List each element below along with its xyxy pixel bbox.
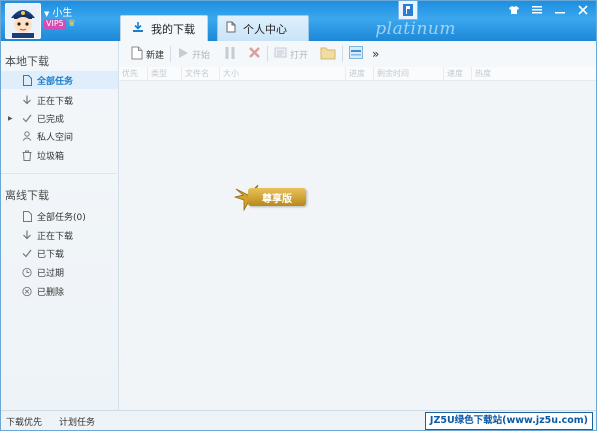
view-button[interactable] [349,44,364,64]
task-list-header: 优先 类型 文件名 大小 进度 剩余时间 速度 热度 [119,67,596,81]
schedule-task-button[interactable]: 计划任务 [59,415,95,428]
more-button[interactable]: » [372,44,379,64]
sidebar-divider [1,173,117,174]
folder-icon [320,46,336,63]
sidebar-item-label: 已过期 [37,268,65,279]
list-view-icon [349,46,364,62]
sidebar-item-all-tasks[interactable]: 全部任务 [1,71,118,89]
download-icon [22,94,32,106]
new-button[interactable]: 新建 [131,44,164,64]
sidebar-item-label: 正在下载 [37,96,74,107]
more-chevron-icon: » [372,47,380,61]
local-downloads-title: 本地下载 [5,55,49,68]
username[interactable]: ▼ 小生 [44,4,72,19]
open-file-icon [274,46,287,62]
delete-circle-icon [22,285,32,297]
vip-edition-label: 尊享版 [248,188,306,206]
check-icon [22,247,32,259]
download-priority-button[interactable]: 下载优先 [6,415,42,428]
sidebar-item-offline-downloading[interactable]: 正在下载 [1,226,118,244]
sidebar-item-label: 已完成 [37,114,65,125]
sidebar-item-label: 已删除 [37,287,65,298]
vip-edition-emblem: 尊享版 [234,183,314,211]
vip-level-badge: VIP5 [44,19,66,29]
column-type[interactable]: 类型 [147,67,181,80]
sidebar-item-offline-downloaded[interactable]: 已下载 [1,244,118,262]
column-popularity[interactable]: 热度 [471,67,596,80]
open-button-label: 打开 [290,50,309,61]
pause-icon [224,46,236,63]
sidebar-item-label: 垃圾箱 [37,151,65,162]
sidebar: 本地下载 全部任务 正在下载 ▶ 已完成 私人空间 垃圾箱 离线下载 全部任务(… [1,41,119,410]
tab-my-downloads[interactable]: 我的下载 [120,15,208,41]
column-priority[interactable]: 优先 [119,67,147,80]
delete-button[interactable] [248,44,261,64]
toolbar: 新建 开始 打开 » [119,41,596,67]
column-progress[interactable]: 进度 [345,67,373,80]
start-button-label: 开始 [192,50,211,61]
skin-icon[interactable] [507,4,521,16]
document-tab-icon [226,21,236,36]
sidebar-item-label: 全部任务 [37,76,74,87]
vip-indicator[interactable]: VIP5 ♛ [44,19,76,29]
sidebar-item-offline-all-tasks[interactable]: 全部任务(0) [1,207,118,225]
tab-my-downloads-label: 我的下载 [151,22,195,36]
open-folder-button[interactable] [320,44,336,64]
expand-arrow-icon[interactable]: ▶ [8,115,13,122]
trash-icon [22,149,32,161]
app-window: ▼ 小生 VIP5 ♛ platinum 我的下载 个人中心 本地下载 全部任务… [0,0,597,431]
offline-downloads-title: 离线下载 [5,189,49,202]
private-space-icon [22,130,32,142]
file-icon [22,74,32,86]
sidebar-item-private-space[interactable]: 私人空间 [1,127,118,145]
title-bar: ▼ 小生 VIP5 ♛ platinum 我的下载 个人中心 [1,1,596,41]
task-list[interactable] [119,81,596,408]
status-bar: 下载优先 计划任务 JZ5U绿色下载站(www.jz5u.com) [1,410,596,430]
window-controls [507,4,590,16]
column-size[interactable]: 大小 [219,67,345,80]
user-dropdown-icon: ▼ [44,10,50,18]
sidebar-item-completed[interactable]: ▶ 已完成 [1,109,118,127]
menu-icon[interactable] [530,4,544,16]
toolbar-divider [267,46,269,62]
download-tab-icon [132,21,144,36]
minimize-icon[interactable] [553,4,567,16]
column-remaining-time[interactable]: 剩余时间 [373,67,443,80]
open-button[interactable]: 打开 [274,44,308,64]
clock-icon [22,266,32,278]
avatar[interactable] [5,3,41,39]
sidebar-item-label: 正在下载 [37,231,74,242]
crown-icon: ♛ [67,19,76,29]
check-icon [22,112,32,124]
toolbar-divider [342,46,344,62]
pause-button[interactable] [224,44,236,64]
sidebar-item-downloading[interactable]: 正在下载 [1,91,118,109]
delete-icon [248,46,261,62]
start-button[interactable]: 开始 [177,44,210,64]
close-icon[interactable] [576,4,590,16]
app-logo-icon [398,1,418,20]
download-icon [22,229,32,241]
new-button-label: 新建 [146,50,165,61]
site-watermark: JZ5U绿色下载站(www.jz5u.com) [424,412,593,430]
file-icon [22,210,32,222]
tab-personal-center-label: 个人中心 [243,22,287,36]
sidebar-item-label: 已下载 [37,249,65,260]
toolbar-divider [170,46,172,62]
column-speed[interactable]: 速度 [443,67,471,80]
sidebar-item-label: 私人空间 [37,132,74,143]
edition-watermark: platinum [375,19,456,39]
username-label: 小生 [52,8,73,19]
sidebar-item-label: 全部任务(0) [37,212,86,223]
sidebar-item-offline-deleted[interactable]: 已删除 [1,282,118,300]
play-icon [177,47,189,62]
sidebar-item-trash[interactable]: 垃圾箱 [1,146,118,164]
sidebar-item-offline-expired[interactable]: 已过期 [1,263,118,281]
new-file-icon [131,46,143,63]
tab-personal-center[interactable]: 个人中心 [217,15,309,41]
column-filename[interactable]: 文件名 [181,67,219,80]
